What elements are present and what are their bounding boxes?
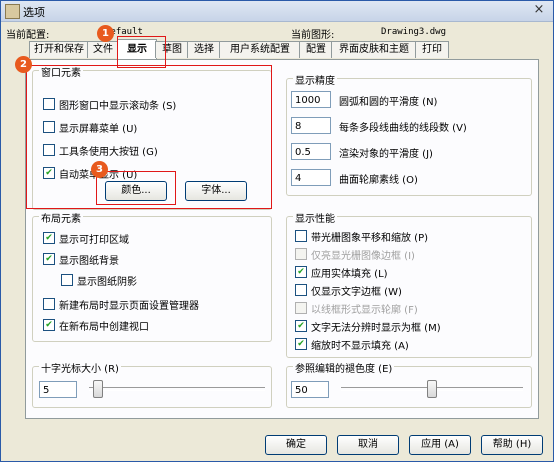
checkbox-label: 仅亮显光栅图像边框 (I) — [311, 251, 415, 262]
checkbox-label: 新建布局时显示页面设置管理器 — [59, 301, 199, 312]
checkbox-label: 以线框形式显示轮廓 (F) — [311, 305, 418, 316]
checkbox-label: 显示图纸背景 — [59, 256, 119, 267]
layout-elements-group: 布局元素 ✔ 显示可打印区域 ✔ 显示图纸背景 显示图纸阴影 新建布局时显示页面… — [32, 210, 272, 342]
checkbox-box[interactable]: ✔ — [295, 320, 307, 332]
options-dialog: 选项 × 当前配置: Default 当前图形: Drawing3.dwg 打开… — [0, 0, 554, 462]
ok-button[interactable]: 确定 — [265, 435, 327, 455]
step-badge-3: 3 — [91, 161, 108, 178]
help-button[interactable]: 帮助 (H) — [481, 435, 543, 455]
apply-button[interactable]: 应用 (A) — [409, 435, 471, 455]
step-badge-2: 2 — [15, 56, 32, 73]
layout-elements-title: 布局元素 — [39, 210, 83, 225]
current-drawing-label: 当前图形: — [291, 30, 335, 41]
checkbox-label: 在新布局中创建视口 — [59, 322, 149, 333]
display-precision-title: 显示精度 — [293, 72, 337, 87]
rendered-smoothness-input[interactable]: 0.5 — [291, 143, 331, 160]
highlight-color-button — [96, 171, 176, 205]
arc-smoothness-label: 圆弧和圆的平滑度 (N) — [339, 97, 438, 108]
crosshair-size-group: 十字光标大小 (R) 5 — [32, 360, 272, 408]
contour-lines-label: 曲面轮廓素线 (O) — [339, 175, 418, 186]
crosshair-size-title: 十字光标大小 (R) — [39, 360, 121, 375]
current-drawing-value: Drawing3.dwg — [381, 27, 447, 37]
checkbox-label: 文字无法分辨时显示为框 (M) — [311, 323, 441, 334]
tab-profiles[interactable]: 配置 — [299, 41, 333, 58]
cancel-button[interactable]: 取消 — [337, 435, 399, 455]
xref-fade-input[interactable]: 50 — [291, 381, 329, 398]
tab-selection[interactable]: 选择 — [187, 41, 221, 58]
slider-thumb[interactable] — [427, 380, 437, 398]
checkbox-label: 仅显示文字边框 (W) — [311, 287, 402, 298]
checkbox-box[interactable] — [295, 230, 307, 242]
display-performance-group: 显示性能 带光栅图象平移和缩放 (P) 仅亮显光栅图像边框 (I) ✔ 应用实体… — [286, 210, 532, 358]
checkbox-label: 显示可打印区域 — [59, 235, 129, 246]
checkbox-box[interactable]: ✔ — [43, 232, 55, 244]
checkbox-box[interactable] — [43, 298, 55, 310]
crosshair-size-input[interactable]: 5 — [39, 381, 77, 398]
arc-smoothness-input[interactable]: 1000 — [291, 91, 331, 108]
checkbox-label: 应用实体填充 (L) — [311, 269, 388, 280]
current-profile-label: 当前配置: — [6, 30, 50, 41]
highlight-display-tab — [117, 36, 166, 68]
slider-thumb[interactable] — [93, 380, 103, 398]
checkbox-box[interactable]: ✔ — [43, 253, 55, 265]
crosshair-size-slider[interactable] — [89, 378, 265, 400]
polyline-segments-label: 每条多段线曲线的线段数 (V) — [339, 123, 467, 134]
app-icon — [5, 4, 20, 19]
tab-plot[interactable]: 打印 — [415, 41, 449, 58]
polyline-segments-input[interactable]: 8 — [291, 117, 331, 134]
display-performance-title: 显示性能 — [293, 210, 337, 225]
checkbox-box[interactable]: ✔ — [295, 338, 307, 350]
checkbox-box[interactable] — [61, 274, 73, 286]
title-bar: 选项 × — [1, 1, 553, 22]
tab-skin-theme[interactable]: 界面皮肤和主题 — [331, 41, 417, 58]
tab-user-preferences[interactable]: 用户系统配置 — [219, 41, 301, 58]
slider-track — [89, 387, 265, 391]
contour-lines-input[interactable]: 4 — [291, 169, 331, 186]
step-badge-1: 1 — [97, 25, 114, 42]
xref-fade-group: 参照编辑的褪色度 (E) 50 — [286, 360, 532, 408]
checkbox-label: 带光栅图象平移和缩放 (P) — [311, 233, 429, 244]
close-icon[interactable]: × — [531, 2, 547, 18]
xref-fade-title: 参照编辑的褪色度 (E) — [293, 360, 395, 375]
checkbox-box — [295, 248, 307, 260]
tab-open-save[interactable]: 打开和保存 — [29, 41, 89, 58]
checkbox-box[interactable]: ✔ — [295, 266, 307, 278]
checkbox-box[interactable]: ✔ — [43, 319, 55, 331]
rendered-smoothness-label: 渲染对象的平滑度 (J) — [339, 149, 433, 160]
tab-files[interactable]: 文件 — [87, 41, 119, 58]
display-precision-group: 显示精度 1000 圆弧和圆的平滑度 (N) 8 每条多段线曲线的线段数 (V)… — [286, 72, 532, 196]
checkbox-label: 缩放时不显示填充 (A) — [311, 341, 409, 352]
xref-fade-slider[interactable] — [341, 378, 523, 400]
checkbox-box[interactable] — [295, 284, 307, 296]
checkbox-label: 显示图纸阴影 — [77, 277, 137, 288]
checkbox-box — [295, 302, 307, 314]
window-title: 选项 — [23, 6, 45, 19]
